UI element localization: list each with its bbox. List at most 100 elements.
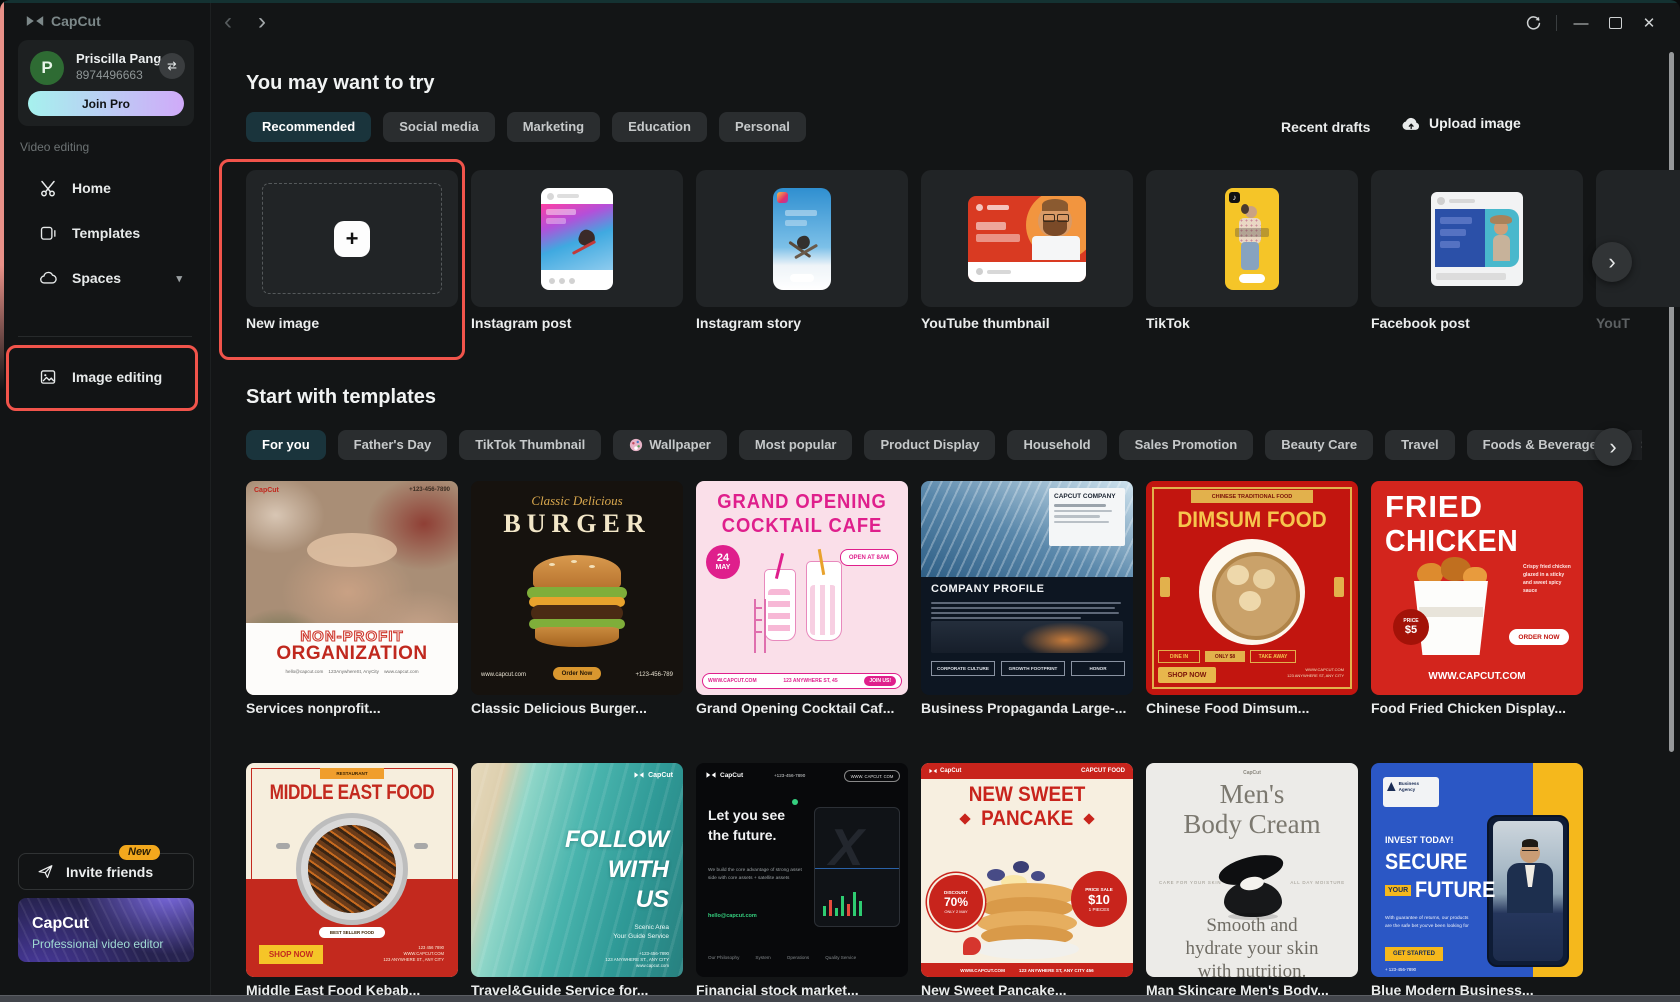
order-now-button: ORDER NOW — [1509, 629, 1569, 645]
sidebar-item-spaces[interactable]: Spaces ▾ — [12, 259, 198, 297]
maximize-button[interactable] — [1598, 0, 1632, 46]
profile-card: P Priscilla Pang 8974496663 Join Pro — [18, 40, 194, 126]
category-beauty-care[interactable]: Beauty Care — [1265, 430, 1374, 460]
poster-title: FOLLOW WITH US — [565, 826, 669, 913]
card-label-tiktok[interactable]: TikTok — [1146, 315, 1190, 331]
agency-logo: Business Agency — [1383, 777, 1439, 807]
tab-marketing[interactable]: Marketing — [506, 112, 601, 142]
category-for-you[interactable]: For you — [246, 430, 326, 460]
poster-contact: WWW.CAPCUT.COM 123 ANYWHERE ST, ANY CITY — [1287, 667, 1344, 678]
youtube-thumbnail-card[interactable] — [921, 170, 1133, 307]
template-cocktail-cafe[interactable]: GRAND OPENING COCKTAIL CAFE 24 MAY OPEN … — [696, 481, 908, 695]
nav-forward-button[interactable]: › — [258, 8, 266, 36]
category-foods-beverage[interactable]: Foods & Beverage — [1466, 430, 1613, 460]
template-services-nonprofit[interactable]: CapCut +123-456-7890 NON-PROFIT ORGANIZA… — [246, 481, 458, 695]
instagram-post-thumbnail — [541, 187, 613, 290]
template-title[interactable]: Grand Opening Cocktail Caf... — [696, 700, 894, 716]
template-dimsum[interactable]: CHINESE TRADITIONAL FOOD DIMSUM FOOD DIN… — [1146, 481, 1358, 695]
cocktail-glasses-graphic — [754, 548, 850, 663]
sidebar-item-home[interactable]: Home — [12, 169, 198, 207]
date-badge: 24 MAY — [706, 545, 740, 579]
youtube-banner-card-partial[interactable] — [1596, 170, 1680, 307]
refresh-button[interactable] — [1516, 0, 1550, 46]
sidebar: CapCut P Priscilla Pang 8974496663 Join … — [0, 0, 211, 1002]
category-most-popular[interactable]: Most popular — [738, 430, 853, 460]
card-label-youtube-thumbnail[interactable]: YouTube thumbnail — [921, 315, 1050, 331]
kebab-pan-photo — [296, 813, 408, 925]
tab-social-media[interactable]: Social media — [383, 112, 495, 142]
template-pancake[interactable]: CapCut CAPCUT FOOD NEW SWEET PANCAKE DIS… — [921, 763, 1133, 977]
templates-section-heading: Start with templates — [246, 386, 437, 408]
category-product-display[interactable]: Product Display — [864, 430, 996, 460]
template-burger[interactable]: Classic Delicious BURGER www.capcut.com … — [471, 481, 683, 695]
video-editing-section-label: Video editing — [20, 140, 90, 154]
minimize-button[interactable]: — — [1564, 0, 1598, 46]
capcut-promo-banner[interactable]: CapCut Professional video editor — [18, 898, 194, 962]
instagram-icon — [777, 191, 788, 203]
tab-recommended[interactable]: Recommended — [246, 112, 372, 142]
poster-title: DIMSUM FOOD — [1177, 507, 1327, 532]
poster-title: GRAND OPENING — [717, 491, 887, 513]
categories-scroll-right-button[interactable]: › — [1594, 428, 1632, 466]
pancake-graphic — [963, 855, 1083, 959]
card-label-facebook-post[interactable]: Facebook post — [1371, 315, 1470, 331]
chevron-down-icon[interactable]: ▾ — [176, 272, 182, 285]
sidebar-divider — [18, 336, 192, 337]
card-label-new-image[interactable]: New image — [246, 315, 319, 331]
template-title[interactable]: Chinese Food Dimsum... — [1146, 700, 1309, 716]
template-fintech-future[interactable]: CapCut +123-456-7890 WWW. CAPCUT. COM Le… — [696, 763, 908, 977]
template-travel-guide[interactable]: CapCut FOLLOW WITH US Scenic Area Your G… — [471, 763, 683, 977]
instagram-post-card[interactable] — [471, 170, 683, 307]
tiktok-card[interactable]: ♪ — [1146, 170, 1358, 307]
profile-user-id: 8974496663 — [76, 68, 143, 82]
capcut-logo-text: CapCut — [51, 13, 101, 29]
capcut-logo: CapCut — [26, 13, 101, 29]
category-wallpaper[interactable]: Wallpaper — [613, 430, 727, 460]
template-fried-chicken[interactable]: FRIED CHICKEN Crispy fried chicken glaze… — [1371, 481, 1583, 695]
tab-personal[interactable]: Personal — [718, 112, 806, 142]
facebook-post-card[interactable] — [1371, 170, 1583, 307]
poster-contact: +123-456-7890 123 ANYWHERE ST., ANY CITY… — [605, 951, 669, 968]
upload-image-button[interactable]: Upload image — [1401, 115, 1521, 131]
sidebar-item-label: Spaces — [72, 270, 122, 286]
try-tabs: Recommended Social media Marketing Educa… — [246, 112, 806, 142]
sidebar-item-image-editing[interactable]: Image editing — [12, 358, 198, 396]
paper-plane-icon — [38, 865, 53, 879]
youtube-thumbnail-mock — [968, 195, 1086, 282]
category-tiktok-thumbnail[interactable]: TikTok Thumbnail — [459, 430, 602, 460]
office-photo — [931, 621, 1123, 653]
template-title[interactable]: Classic Delicious Burger... — [471, 700, 647, 716]
recent-drafts-link[interactable]: Recent drafts — [1281, 119, 1370, 135]
card-label-instagram-story[interactable]: Instagram story — [696, 315, 801, 331]
template-title[interactable]: Food Fried Chicken Display... — [1371, 700, 1566, 716]
capcut-logo-icon — [634, 772, 644, 778]
image-icon — [40, 370, 56, 384]
new-image-card[interactable]: + — [246, 170, 458, 307]
templates-icon — [40, 226, 56, 240]
template-title[interactable]: Services nonprofit... — [246, 700, 381, 716]
tab-education[interactable]: Education — [612, 112, 707, 142]
instagram-story-thumbnail — [773, 187, 831, 290]
category-sales-promotion[interactable]: Sales Promotion — [1118, 430, 1254, 460]
template-title[interactable]: Business Propaganda Large-... — [921, 700, 1126, 716]
template-blue-business[interactable]: Business Agency INVEST TODAY! SECURE YOU… — [1371, 763, 1583, 977]
template-body-cream[interactable]: CapCut Men's Body Cream CARE FOR YOUR SK… — [1146, 763, 1358, 977]
sidebar-item-templates[interactable]: Templates — [12, 214, 198, 252]
category-travel[interactable]: Travel — [1385, 430, 1455, 460]
cards-scroll-right-button[interactable]: › — [1592, 242, 1632, 282]
card-label-instagram-post[interactable]: Instagram post — [471, 315, 571, 331]
switch-account-button[interactable] — [159, 53, 185, 79]
poster-title: Men's — [1219, 779, 1285, 809]
green-dot — [792, 799, 798, 805]
category-fathers-day[interactable]: Father's Day — [337, 430, 448, 460]
close-button[interactable]: ✕ — [1632, 0, 1666, 46]
template-middle-east-food[interactable]: RESTAURANT MIDDLE EAST FOOD BEST SELLER … — [246, 763, 458, 977]
join-pro-button[interactable]: Join Pro — [28, 91, 184, 116]
instagram-story-card[interactable] — [696, 170, 908, 307]
profile-name: Priscilla Pang — [76, 51, 162, 66]
category-household[interactable]: Household — [1007, 430, 1107, 460]
template-business-propaganda[interactable]: CAPCUT COMPANY COMPANY PROFILE CORPORATE… — [921, 481, 1133, 695]
invite-friends-button[interactable]: Invite friends New — [18, 845, 194, 890]
vertical-scrollbar[interactable] — [1669, 52, 1674, 752]
nav-back-button[interactable]: ‹ — [224, 8, 232, 36]
